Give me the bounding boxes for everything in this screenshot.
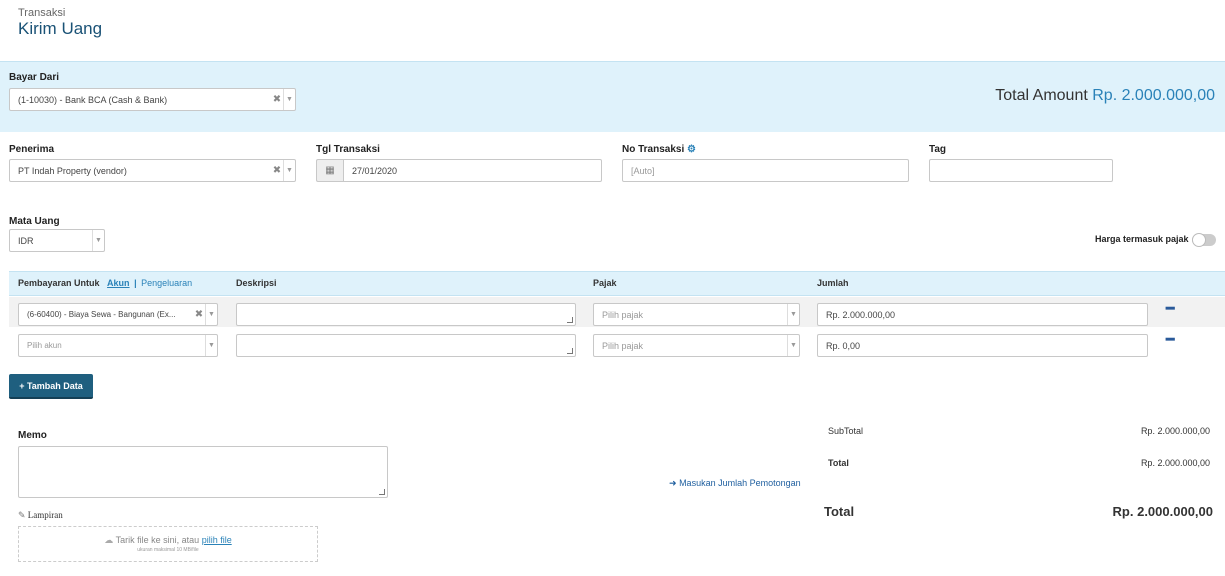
account-value: Pilih akun bbox=[27, 341, 62, 350]
total-amount: Total Amount Rp. 2.000.000,00 bbox=[995, 87, 1215, 105]
currency-value: IDR bbox=[18, 235, 34, 246]
col-description: Deskripsi bbox=[236, 278, 277, 288]
grand-total-label: Total bbox=[824, 504, 855, 519]
chevron-down-icon[interactable]: ▼ bbox=[283, 89, 295, 110]
recipient-label: Penerima bbox=[9, 144, 55, 155]
file-dropzone[interactable]: ☁ Tarik file ke sini, atau pilih file uk… bbox=[18, 526, 318, 562]
tax-inclusive-label: Harga termasuk pajak bbox=[1095, 234, 1189, 244]
recipient-select[interactable]: PT Indah Property (vendor) ✖ ▼ bbox=[9, 159, 296, 182]
remove-row-icon[interactable]: ━ bbox=[1166, 300, 1174, 317]
memo-input[interactable] bbox=[18, 446, 388, 498]
pay-from-label: Bayar Dari bbox=[9, 72, 60, 83]
total-value: Rp. 2.000.000,00 bbox=[1140, 458, 1210, 468]
clear-icon[interactable]: ✖ bbox=[193, 309, 205, 320]
grand-total-value: Rp. 2.000.000,00 bbox=[1112, 504, 1213, 519]
subtotal-label: SubTotal bbox=[828, 426, 864, 436]
calendar-icon[interactable]: ▦ bbox=[316, 159, 343, 182]
chevron-down-icon[interactable]: ▼ bbox=[205, 304, 217, 325]
col-tax: Pajak bbox=[593, 278, 617, 288]
deduction-link[interactable]: ➜ Masukan Jumlah Pemotongan bbox=[669, 478, 801, 489]
chevron-down-icon[interactable]: ▼ bbox=[205, 335, 217, 356]
tab-account[interactable]: Akun bbox=[107, 278, 130, 288]
description-input[interactable] bbox=[236, 303, 576, 326]
tax-select[interactable]: Pilih pajak ▼ bbox=[593, 334, 800, 357]
memo-label: Memo bbox=[18, 430, 47, 441]
recipient-value: PT Indah Property (vendor) bbox=[18, 165, 127, 176]
total-amount-label: Total Amount bbox=[995, 87, 1088, 104]
chevron-down-icon[interactable]: ▼ bbox=[283, 160, 295, 181]
toggle-knob bbox=[1192, 233, 1206, 247]
trx-no-input[interactable]: [Auto] bbox=[622, 159, 909, 182]
clear-icon[interactable]: ✖ bbox=[271, 165, 283, 176]
paperclip-icon: ✎ bbox=[18, 510, 26, 520]
tax-value: Pilih pajak bbox=[602, 309, 644, 320]
tab-separator: | bbox=[134, 278, 137, 288]
max-size-note: ukuran maksimal 10 MB/file bbox=[137, 547, 199, 553]
currency-label: Mata Uang bbox=[9, 216, 60, 227]
page-title: Kirim Uang bbox=[18, 19, 103, 38]
col-amount: Jumlah bbox=[817, 278, 849, 288]
tax-inclusive-toggle[interactable] bbox=[1192, 233, 1216, 247]
remove-row-icon[interactable]: ━ bbox=[1166, 331, 1174, 348]
tag-input[interactable] bbox=[929, 159, 1113, 182]
tab-expense[interactable]: Pengeluaran bbox=[141, 278, 192, 288]
total-amount-value: Rp. 2.000.000,00 bbox=[1092, 87, 1215, 104]
attachment-label-text: Lampiran bbox=[27, 510, 63, 520]
description-input[interactable] bbox=[236, 334, 576, 357]
subtotal-value: Rp. 2.000.000,00 bbox=[1140, 426, 1210, 436]
tag-label: Tag bbox=[929, 144, 947, 155]
chevron-down-icon[interactable]: ▼ bbox=[92, 230, 104, 251]
dropzone-text-line: ☁ Tarik file ke sini, atau pilih file bbox=[19, 535, 317, 546]
circle-arrow-icon: ➜ bbox=[669, 478, 677, 488]
breadcrumb: Transaksi bbox=[18, 7, 66, 19]
gear-icon[interactable]: ⚙ bbox=[687, 144, 696, 155]
dropzone-text: Tarik file ke sini, atau bbox=[115, 535, 200, 545]
currency-select[interactable]: IDR ▼ bbox=[9, 229, 105, 252]
account-select[interactable]: Pilih akun ▼ bbox=[18, 334, 218, 357]
add-row-button[interactable]: + Tambah Data bbox=[9, 374, 93, 399]
chevron-down-icon[interactable]: ▼ bbox=[787, 335, 799, 356]
pick-file-link[interactable]: pilih file bbox=[202, 535, 232, 545]
cloud-upload-icon: ☁ bbox=[104, 535, 114, 545]
col-payment-label: Pembayaran Untuk bbox=[18, 278, 100, 288]
deduction-link-text[interactable]: Masukan Jumlah Pemotongan bbox=[679, 478, 801, 488]
tax-value: Pilih pajak bbox=[602, 340, 644, 351]
col-payment: Pembayaran Untuk Akun | Pengeluaran bbox=[18, 278, 192, 288]
date-field[interactable]: ▦ 27/01/2020 bbox=[316, 159, 602, 182]
amount-input[interactable]: Rp. 0,00 bbox=[817, 334, 1148, 357]
clear-icon[interactable]: ✖ bbox=[271, 94, 283, 105]
pay-from-value: (1-10030) - Bank BCA (Cash & Bank) bbox=[18, 94, 168, 105]
pay-from-select[interactable]: (1-10030) - Bank BCA (Cash & Bank) ✖ ▼ bbox=[9, 88, 296, 111]
account-select[interactable]: (6-60400) - Biaya Sewa - Bangunan (Ex...… bbox=[18, 303, 218, 326]
chevron-down-icon[interactable]: ▼ bbox=[787, 304, 799, 325]
tax-select[interactable]: Pilih pajak ▼ bbox=[593, 303, 800, 326]
amount-input[interactable]: Rp. 2.000.000,00 bbox=[817, 303, 1148, 326]
date-input[interactable]: 27/01/2020 bbox=[343, 159, 602, 182]
trx-no-label: No Transaksi ⚙ bbox=[622, 144, 696, 155]
date-label: Tgl Transaksi bbox=[316, 144, 380, 155]
total-label: Total bbox=[828, 458, 849, 468]
attachment-label: ✎ Lampiran bbox=[18, 510, 63, 521]
account-value: (6-60400) - Biaya Sewa - Bangunan (Ex... bbox=[27, 310, 176, 319]
trx-no-label-text: No Transaksi bbox=[622, 144, 685, 155]
